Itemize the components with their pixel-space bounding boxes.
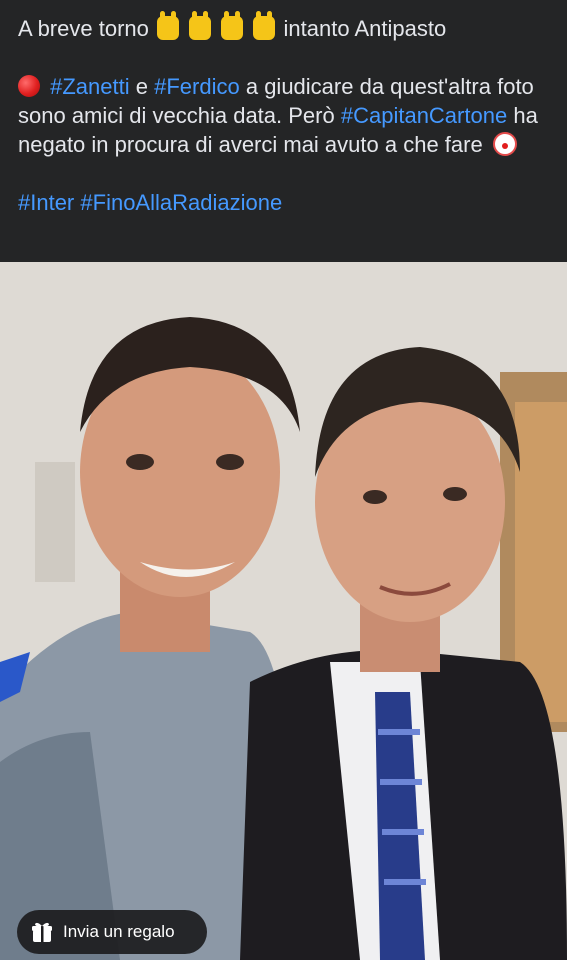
post-text-antipasto: intanto Antipasto: [283, 16, 447, 41]
post-text-intro: A breve torno: [18, 16, 149, 41]
hashtag-zanetti-link[interactable]: #Zanetti: [50, 74, 130, 99]
photo-illustration: [0, 262, 567, 960]
send-gift-label: Invia un regalo: [63, 922, 175, 941]
hashtag-finoallaradiazione-link[interactable]: #FinoAllaRadiazione: [80, 190, 282, 215]
post-hashtags: #Inter #FinoAllaRadiazione: [18, 188, 558, 217]
clown-face-icon: [492, 132, 517, 156]
post-text-conj: e: [135, 74, 148, 99]
gift-icon: [32, 922, 52, 942]
post-photo[interactable]: [0, 262, 567, 960]
sign-of-horns-icon: [189, 11, 212, 40]
hashtag-ferdico-link[interactable]: #Ferdico: [154, 74, 240, 99]
post-text: A breve torno intanto Antipasto #Zanetti…: [18, 11, 558, 217]
hashtag-inter-link[interactable]: #Inter: [18, 190, 74, 215]
post-paragraph-2: #Zanetti e #Ferdico a giudicare da quest…: [18, 72, 558, 159]
post-line-1: A breve torno intanto Antipasto: [18, 11, 558, 43]
hashtag-capitancartone-link[interactable]: #CapitanCartone: [341, 103, 507, 128]
sign-of-horns-icon: [221, 11, 244, 40]
sign-of-horns-icon: [157, 11, 179, 40]
red-circle-icon: [18, 75, 40, 97]
sign-of-horns-icon: [253, 11, 276, 40]
send-gift-button[interactable]: Invia un regalo: [17, 910, 207, 954]
